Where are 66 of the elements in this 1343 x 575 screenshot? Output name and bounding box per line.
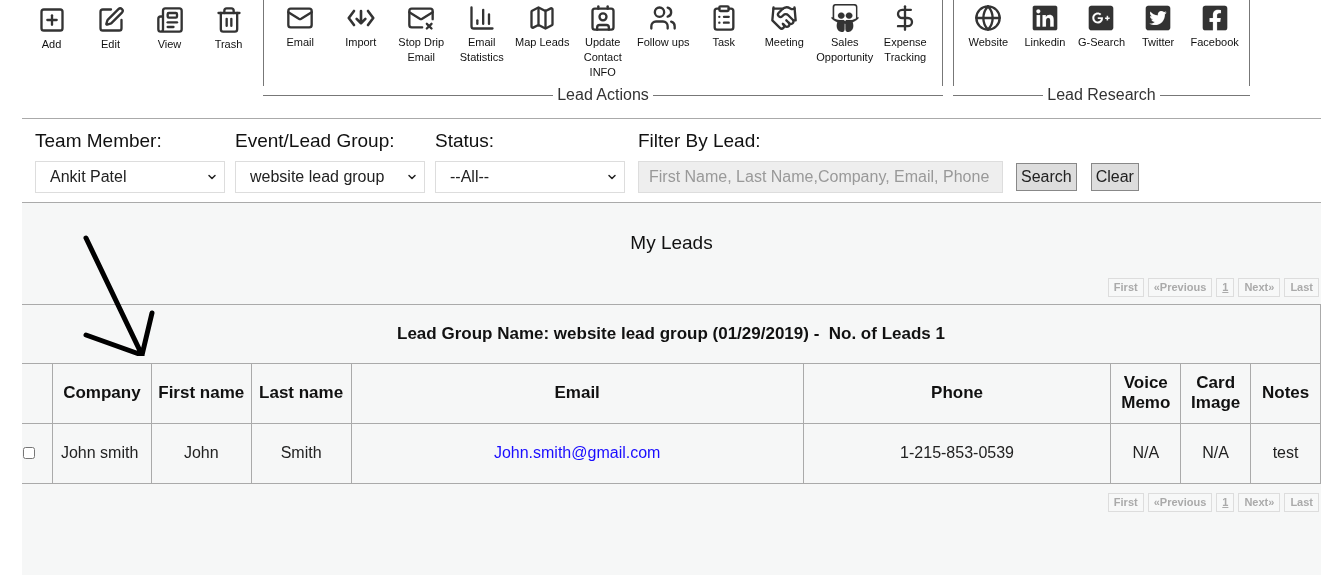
toolbar-button[interactable]: G-Search (1073, 0, 1130, 86)
trash-icon (214, 6, 243, 34)
column-header: Phone (803, 363, 1112, 423)
table-cell-text: test (1271, 443, 1300, 463)
twitter-icon (1144, 4, 1173, 32)
dropdown[interactable]: Ankit Patel (35, 161, 225, 193)
table-cell: Smith (251, 423, 352, 483)
toolbar-button[interactable]: Trash (199, 0, 258, 52)
toolbar-button[interactable]: Import (330, 0, 391, 86)
filter-label: Event/Lead Group: (235, 129, 396, 153)
search-field[interactable]: First Name, Last Name,Company, Email, Phone (638, 161, 1003, 193)
group-title: Lead Actions (556, 86, 650, 104)
toolbar-button[interactable]: Task (693, 0, 754, 86)
toolbar-button[interactable]: Edit (81, 0, 140, 52)
linkedin-icon (1030, 4, 1059, 32)
toolbar-button[interactable]: Meeting (754, 0, 815, 86)
email-link[interactable]: John.smith@gmail.com (351, 423, 804, 483)
column-header: Company (52, 363, 152, 423)
bar-chart-icon (467, 4, 496, 32)
column-header: Last name (251, 363, 352, 423)
table-cell: N/A (1181, 423, 1252, 483)
page-title: My Leads (629, 231, 714, 255)
add-icon (37, 6, 66, 34)
facebook-icon (1200, 4, 1229, 32)
table-cell: 1-215-853-0539 (803, 423, 1112, 483)
toolbar-button[interactable]: Email (270, 0, 331, 86)
column-header: Card Image (1181, 363, 1252, 423)
column-header: First name (151, 363, 252, 423)
column-header: Notes (1260, 382, 1311, 404)
toolbar-button[interactable]: Expense Tracking (875, 0, 936, 86)
table-cell: N/A (1111, 423, 1182, 483)
column-header: Email (351, 363, 804, 423)
row-checkbox[interactable] (23, 447, 35, 459)
search-button[interactable]: Search (1016, 163, 1077, 191)
toolbar-button[interactable]: Facebook (1186, 0, 1243, 86)
globe-icon (974, 4, 1003, 32)
dropdown[interactable]: --All-- (435, 161, 625, 193)
toolbar-button[interactable]: View (140, 0, 199, 52)
toolbar-button[interactable]: Email Statistics (451, 0, 512, 86)
toolbar-button[interactable]: Follow ups (633, 0, 694, 86)
toolbar-button[interactable]: Stop Drip Email (391, 0, 452, 86)
people-board-icon (830, 4, 859, 32)
table-caption: Lead Group Name: website lead group (01/29/2019) - No. of Leads 1 (22, 304, 1320, 364)
toolbar-button[interactable]: Map Leads (512, 0, 573, 86)
map-icon (528, 4, 557, 32)
dropdown[interactable]: website lead group (235, 161, 425, 193)
column-header: Voice Memo (1111, 363, 1182, 423)
toolbar-button[interactable]: Twitter (1129, 0, 1187, 86)
toolbar-button[interactable]: Update Contact INFO (572, 0, 633, 86)
clear-button[interactable]: Clear (1090, 163, 1139, 191)
toolbar-button[interactable]: Linkedin (1016, 0, 1074, 86)
google-plus-icon (1087, 4, 1116, 32)
toolbar-button[interactable]: Add (22, 0, 81, 52)
filter-label: Status: (435, 129, 496, 153)
filter-label: Filter By Lead: (638, 129, 762, 153)
contact-card-icon (588, 4, 617, 32)
toolbar-button[interactable]: Website (960, 0, 1017, 86)
group-title: Lead Research (1046, 86, 1157, 104)
table-cell: John (151, 423, 252, 483)
filter-label: Team Member: (35, 129, 163, 153)
toolbar-button[interactable]: Sales Opportunity (814, 0, 875, 86)
people-icon (649, 4, 678, 32)
newspaper-icon (155, 6, 184, 34)
edit-icon (96, 6, 125, 34)
handshake-icon (770, 4, 799, 32)
table-cell: John smith (52, 423, 152, 483)
